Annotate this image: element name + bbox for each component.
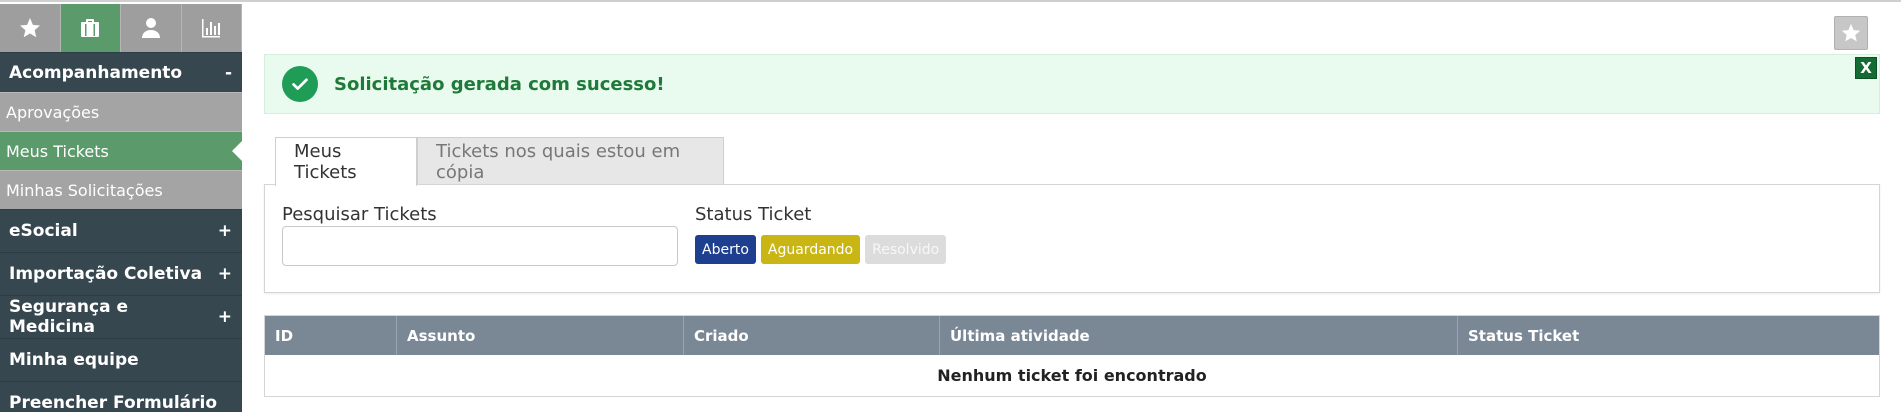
favorite-button[interactable] [1834,16,1868,50]
submenu-label: Aprovações [6,102,100,122]
expand-icon: + [217,264,232,284]
submenu-label: Minhas Solicitações [6,180,163,200]
star-icon [1841,23,1861,42]
tab-reports[interactable] [181,4,242,52]
status-filter-group: Aberto Aguardando Resolvido [695,235,947,264]
table-header: ID Assunto Criado Última atividade Statu… [265,316,1879,355]
alert-message: Solicitação gerada com sucesso! [334,73,665,95]
star-icon [19,18,40,38]
menu-label: Acompanhamento [9,62,183,83]
status-resolvido-button[interactable]: Resolvido [865,235,947,264]
briefcase-icon [81,19,100,37]
menu-acompanhamento[interactable]: Acompanhamento - [0,52,242,92]
status-aguardando-button[interactable]: Aguardando [760,235,861,264]
check-circle-icon [282,66,318,102]
menu-label: eSocial [9,221,78,241]
tab-meus-tickets[interactable]: Meus Tickets [275,137,417,186]
search-tickets-input[interactable] [282,226,678,266]
column-header-criado[interactable]: Criado [684,316,940,355]
submenu-label: Meus Tickets [6,141,109,161]
search-label: Pesquisar Tickets [282,204,437,225]
menu-label: Preencher Formulário [9,393,218,412]
expand-icon: + [217,221,232,241]
sidebar-icon-tabs [0,4,242,52]
status-aberto-button[interactable]: Aberto [695,235,756,264]
tickets-table: ID Assunto Criado Última atividade Statu… [264,315,1880,397]
tab-favorites[interactable] [0,4,61,52]
column-header-status[interactable]: Status Ticket [1458,316,1879,355]
sidebar: Acompanhamento - Aprovações Meus Tickets… [0,4,242,412]
menu-label: Importação Coletiva [9,264,203,284]
column-header-ultima-atividade[interactable]: Última atividade [940,316,1458,355]
success-alert: Solicitação gerada com sucesso! [264,54,1880,114]
status-label: Status Ticket [695,204,812,225]
menu-importacao-coletiva[interactable]: Importação Coletiva + [0,252,242,295]
menu-preencher-formulario[interactable]: Preencher Formulário [0,381,242,412]
column-header-assunto[interactable]: Assunto [397,316,684,355]
menu-esocial[interactable]: eSocial + [0,209,242,252]
submenu-minhas-solicitacoes[interactable]: Minhas Solicitações [0,170,242,209]
column-header-id[interactable]: ID [265,316,397,355]
menu-seguranca-medicina[interactable]: Segurança e Medicina + [0,295,242,338]
submenu-meus-tickets[interactable]: Meus Tickets [0,131,242,170]
tab-profile[interactable] [121,4,182,52]
user-icon [141,18,160,38]
tab-tickets-em-copia[interactable]: Tickets nos quais estou em cópia [417,137,724,185]
tab-services[interactable] [60,4,121,52]
ticket-tabs: Meus Tickets Tickets nos quais estou em … [275,137,724,186]
expand-icon: + [217,307,232,327]
top-border [0,0,1901,2]
empty-table-message: Nenhum ticket foi encontrado [937,366,1207,385]
bar-chart-icon [202,19,221,38]
menu-label: Minha equipe [9,350,139,370]
filter-panel: Pesquisar Tickets Status Ticket Aberto A… [264,184,1880,293]
menu-minha-equipe[interactable]: Minha equipe [0,338,242,381]
submenu-aprovacoes[interactable]: Aprovações [0,92,242,131]
menu-label: Segurança e Medicina [9,297,128,337]
collapse-icon: - [224,62,232,83]
alert-close-button[interactable]: X [1855,57,1877,79]
